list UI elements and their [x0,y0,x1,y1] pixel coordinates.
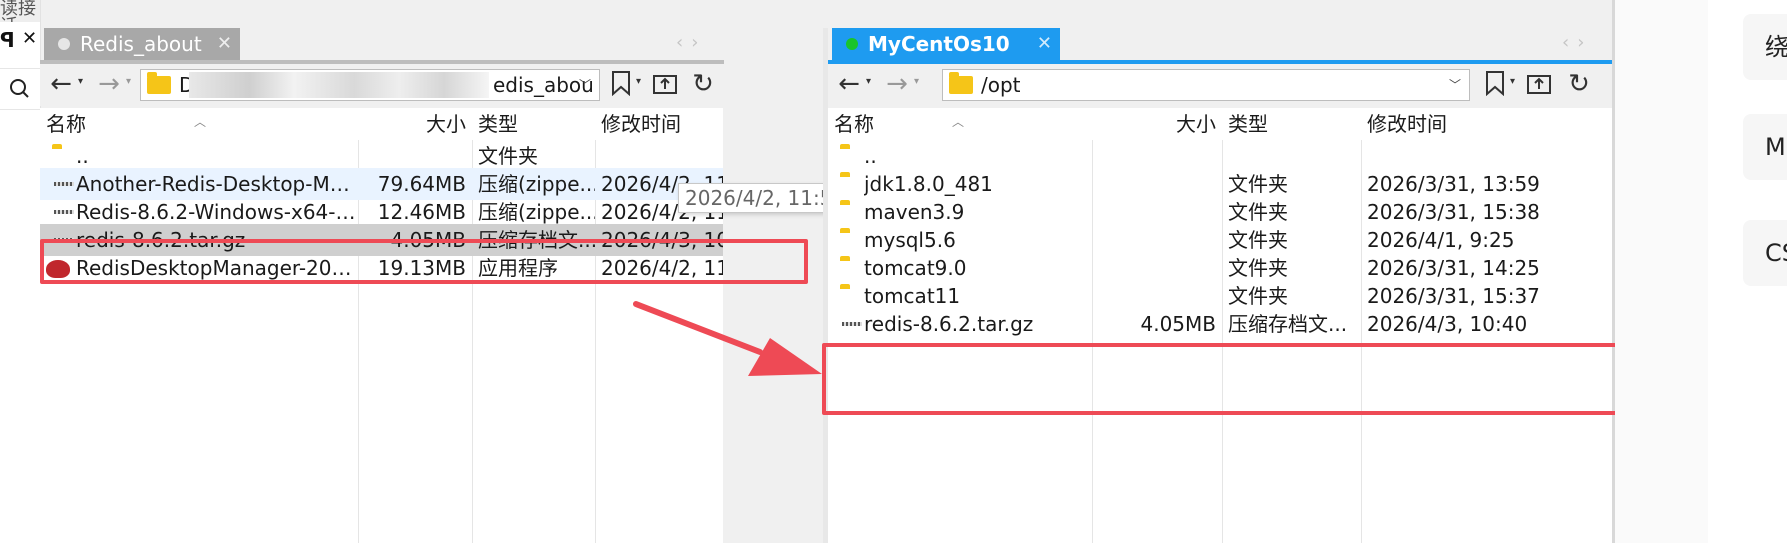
column-header-size[interactable]: 大小 [358,108,472,140]
tab-title: MyCentOs10 [868,32,1010,56]
column-header-type[interactable]: 类型 [472,108,595,140]
redacted-path-blur [189,72,489,98]
left-tab-scroll-arrows[interactable]: ‹› [676,32,706,53]
chevron-down-icon[interactable]: ﹀ [1449,70,1461,100]
right-toolbar: ← ▾ → ▾ /opt ﹀ ▾ ↻ [828,64,1615,106]
forward-icon[interactable]: → [94,70,124,100]
sort-ascending-icon: ︿ [194,115,207,129]
tab-title: Redis_about [80,32,202,56]
side-card-3[interactable]: CS [1743,220,1787,286]
address-bar-left[interactable]: D: edis_abou ﹀ [140,69,600,101]
parent-folder-icon[interactable] [650,70,680,100]
highlight-source-file [40,239,808,284]
side-card-2[interactable]: M [1743,114,1787,180]
left-strip-top-text: 读接话 [0,0,40,22]
tab-mycentos10[interactable]: MyCentOs10 ✕ [832,28,1060,60]
column-header-size[interactable]: 大小 [1092,108,1222,140]
address-bar-right[interactable]: /opt ﹀ [942,69,1470,101]
column-header-row: 名称 ︿ 大小 类型 修改时间 [828,108,1614,140]
file-name: redis-8.6.2.tar.gz [864,312,1034,336]
annotation-arrow [633,301,822,376]
left-strip-top-label: 读接话 [0,0,36,22]
tab-redis-about[interactable]: Redis_about ✕ [44,28,240,60]
side-card-1[interactable]: 绕 [1743,14,1787,80]
close-icon[interactable]: ✕ [22,28,37,49]
pin-icon[interactable]: ꟼ [0,28,15,52]
folder-icon [949,72,973,94]
refresh-icon[interactable]: ↻ [1564,70,1594,100]
bookmark-icon[interactable] [606,70,636,100]
bookmark-dropdown-icon[interactable]: ▾ [1510,76,1515,87]
tab-close-icon[interactable]: ✕ [217,28,232,60]
chevron-down-icon[interactable]: ﹀ [579,70,591,100]
tab-next-icon[interactable]: › [1577,32,1592,53]
tab-prev-icon[interactable]: ‹ [676,32,691,53]
bookmark-icon[interactable] [1480,70,1510,100]
right-file-pane: 名称 ︿ 大小 类型 修改时间 .. jdk1.8.0_481 文件夹 2026… [828,108,1614,543]
right-tab-scroll-arrows[interactable]: ‹› [1562,32,1592,53]
file-row-redis-tar-uploaded[interactable]: redis-8.6.2.tar.gz 4.05MB 压缩存档文... 2026/… [828,308,1614,340]
bookmark-dropdown-icon[interactable]: ▾ [636,76,641,87]
tab-close-icon[interactable]: ✕ [1037,28,1052,60]
address-path: /opt [981,73,1021,97]
left-strip-search[interactable] [0,68,40,110]
forward-history-dropdown-icon[interactable]: ▾ [126,76,131,87]
tab-prev-icon[interactable]: ‹ [1562,32,1577,53]
back-icon[interactable]: ← [834,70,864,100]
back-icon[interactable]: ← [46,70,76,100]
column-header-type[interactable]: 类型 [1222,108,1361,140]
column-header-modified[interactable]: 修改时间 [595,108,723,140]
file-type: 压缩存档文... [1228,312,1348,336]
back-history-dropdown-icon[interactable]: ▾ [866,76,871,87]
file-modified: 2026/4/3, 10:40 [1367,312,1528,336]
column-header-row: 名称 ︿ 大小 类型 修改时间 [40,108,723,140]
folder-icon [147,72,171,94]
forward-history-dropdown-icon[interactable]: ▾ [914,76,919,87]
tab-status-dot [846,38,858,50]
back-history-dropdown-icon[interactable]: ▾ [78,76,83,87]
sort-ascending-icon: ︿ [952,115,965,129]
left-toolbar: ← ▾ → ▾ D: edis_abou ﹀ ▾ ↻ [40,64,724,106]
highlight-target-file [822,343,1621,415]
forward-icon[interactable]: → [882,70,912,100]
column-header-modified[interactable]: 修改时间 [1361,108,1614,140]
tab-status-dot [58,38,70,50]
tab-next-icon[interactable]: › [691,32,706,53]
search-icon[interactable] [0,69,40,109]
left-strip-icons: ꟼ ✕ [0,28,40,56]
refresh-icon[interactable]: ↻ [688,70,718,100]
file-size: 4.05MB [1140,312,1216,336]
parent-folder-icon[interactable] [1524,70,1554,100]
